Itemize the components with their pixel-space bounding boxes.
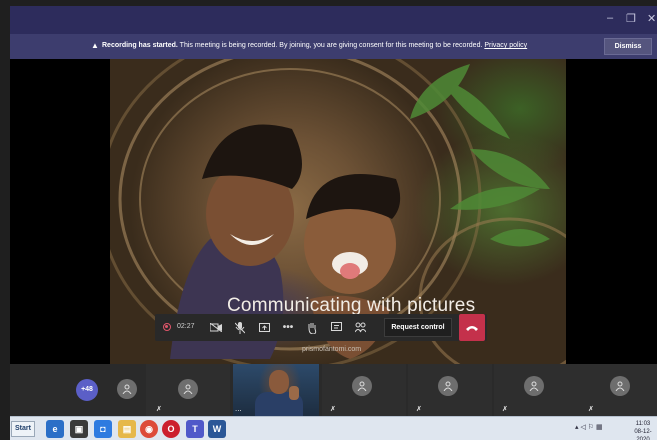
chat-button[interactable] bbox=[327, 314, 345, 341]
taskbar-clock[interactable]: 11:03 08-12-2020 bbox=[629, 420, 657, 440]
participant-avatar bbox=[438, 376, 458, 396]
mic-muted-icon: ✗ bbox=[330, 406, 336, 413]
participant-avatar bbox=[178, 379, 198, 399]
recording-message: Recording has started. This meeting is b… bbox=[102, 42, 527, 49]
maximize-icon[interactable]: ❐ bbox=[626, 12, 636, 25]
file-explorer-icon[interactable]: ▤ bbox=[118, 420, 136, 438]
share-screen-icon bbox=[258, 322, 270, 332]
title-bar: – ❐ ✕ bbox=[10, 6, 657, 34]
chrome-icon[interactable]: ◉ bbox=[140, 420, 158, 438]
participant-avatar[interactable] bbox=[117, 379, 137, 399]
hang-up-icon bbox=[466, 325, 478, 331]
participants-icon bbox=[354, 322, 366, 333]
participant-tile[interactable]: ✗ bbox=[146, 364, 230, 416]
participant-avatar bbox=[352, 376, 372, 396]
person-icon bbox=[122, 384, 132, 394]
photo-watermark: prismofantomi.com bbox=[302, 346, 362, 353]
mic-muted-icon: ✗ bbox=[588, 406, 594, 413]
speaker-more-icon[interactable]: ... bbox=[235, 404, 242, 413]
participant-avatar bbox=[524, 376, 544, 396]
chat-icon bbox=[330, 322, 342, 331]
opera-icon[interactable]: O bbox=[162, 420, 180, 438]
person-icon bbox=[529, 381, 539, 391]
raise-hand-button[interactable] bbox=[303, 314, 321, 341]
more-actions-button[interactable]: ••• bbox=[279, 314, 297, 341]
participant-strip: +48 ✗ ... ✗ ✗ ✗ ✗ bbox=[10, 364, 657, 416]
camera-toggle-button[interactable] bbox=[207, 314, 225, 341]
person-icon bbox=[357, 381, 367, 391]
windows-taskbar: Start e ▣ ◘ ▤ ◉ O T W ▴ ◁ ⚐ ▦ 11:03 08-1… bbox=[10, 416, 657, 440]
active-speaker-video[interactable]: ... bbox=[233, 364, 319, 416]
recording-title: Recording has started. bbox=[102, 42, 178, 49]
warning-icon: ▲ bbox=[91, 41, 99, 50]
teams-icon[interactable]: T bbox=[186, 420, 204, 438]
participant-tile[interactable]: ✗ bbox=[408, 364, 492, 416]
minimize-icon[interactable]: – bbox=[607, 12, 613, 24]
speaker-hand bbox=[289, 386, 299, 400]
word-icon[interactable]: W bbox=[208, 420, 226, 438]
dismiss-button[interactable]: Dismiss bbox=[604, 38, 652, 55]
mic-muted-icon: ✗ bbox=[416, 406, 422, 413]
recording-banner: ▲ Recording has started. This meeting is… bbox=[10, 34, 657, 59]
raise-hand-icon bbox=[308, 322, 317, 334]
system-tray-icons[interactable]: ▴ ◁ ⚐ ▦ bbox=[575, 423, 603, 431]
person-icon bbox=[183, 384, 193, 394]
recording-timer: 02:27 bbox=[177, 323, 195, 330]
participants-button[interactable] bbox=[351, 314, 369, 341]
mic-muted-icon: ✗ bbox=[502, 406, 508, 413]
person-icon bbox=[443, 381, 453, 391]
privacy-policy-link[interactable]: Privacy policy bbox=[484, 42, 527, 49]
request-control-button[interactable]: Request control bbox=[384, 318, 452, 337]
close-icon[interactable]: ✕ bbox=[647, 12, 656, 25]
mic-muted-icon: ✗ bbox=[156, 406, 162, 413]
clock-time: 11:03 bbox=[635, 421, 651, 427]
meeting-control-bar: 02:27 ••• Request control bbox=[155, 314, 487, 341]
participant-avatar bbox=[610, 376, 630, 396]
meeting-window: – ❐ ✕ ▲ Recording has started. This meet… bbox=[0, 0, 657, 440]
participant-tile[interactable]: ✗ bbox=[322, 364, 406, 416]
media-player-icon[interactable]: ▣ bbox=[70, 420, 88, 438]
person-icon bbox=[615, 381, 625, 391]
hang-up-button[interactable] bbox=[459, 314, 485, 341]
internet-explorer-icon[interactable]: e bbox=[46, 420, 64, 438]
recording-indicator-icon bbox=[163, 323, 171, 331]
mic-off-icon bbox=[235, 321, 245, 334]
app-icon[interactable]: ◘ bbox=[94, 420, 112, 438]
camera-off-icon bbox=[210, 323, 222, 332]
clock-date: 08-12-2020 bbox=[634, 429, 652, 440]
more-participants-badge[interactable]: +48 bbox=[76, 379, 98, 401]
speaker-face bbox=[269, 370, 289, 394]
mic-toggle-button[interactable] bbox=[231, 314, 249, 341]
start-button[interactable]: Start bbox=[11, 421, 35, 437]
participant-tile[interactable]: ✗ bbox=[578, 364, 657, 416]
participant-tile[interactable]: ✗ bbox=[494, 364, 578, 416]
share-screen-button[interactable] bbox=[255, 314, 273, 341]
recording-text: This meeting is being recorded. By joini… bbox=[177, 42, 485, 49]
